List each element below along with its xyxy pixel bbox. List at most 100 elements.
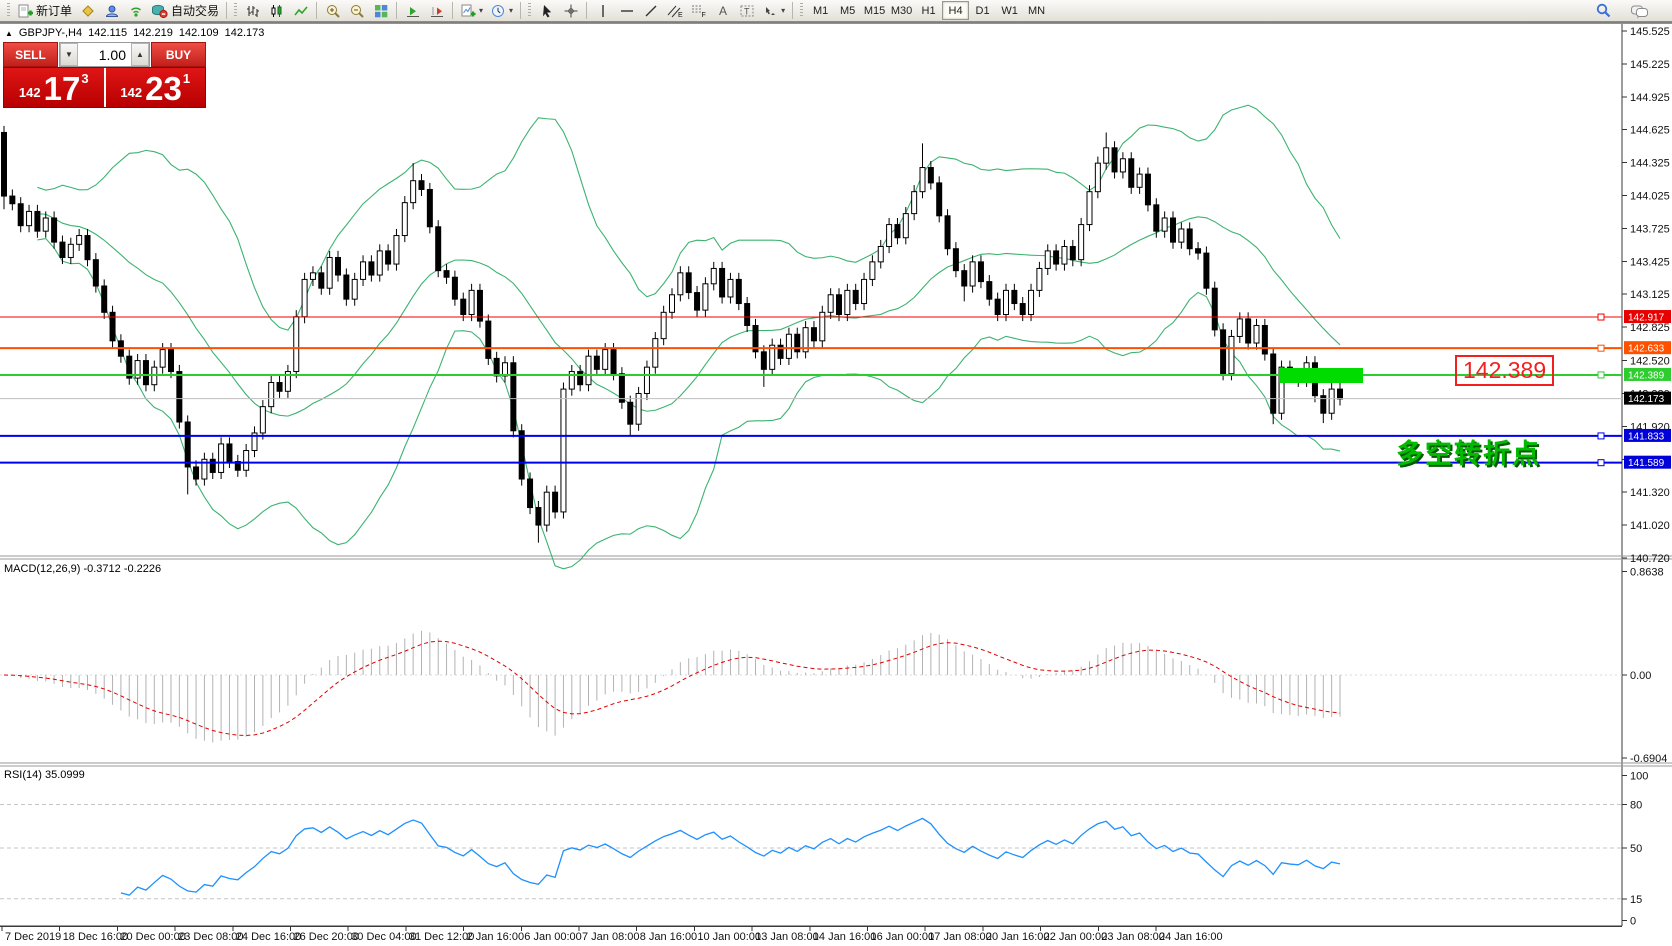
chart-profile-button[interactable] [76, 1, 99, 21]
axis-tick-label: 144.325 [1630, 158, 1670, 170]
time-tick-label: 23 Jan 08:00 [1101, 931, 1165, 943]
timeframe-M30[interactable]: M30 [888, 1, 915, 20]
timeframe-W1[interactable]: W1 [996, 1, 1023, 20]
svg-text:T: T [744, 6, 750, 16]
timeframe-H1[interactable]: H1 [915, 1, 942, 20]
clock-icon [490, 3, 506, 19]
timeframe-MN[interactable]: MN [1023, 1, 1050, 20]
chart-shift-button[interactable] [425, 1, 448, 21]
autotrading-button[interactable]: 自动交易 [148, 1, 222, 21]
buy-price-panel[interactable]: 142 23 1 [104, 68, 206, 107]
time-tick-label: 24 Jan 16:00 [1159, 931, 1223, 943]
zoom-out-button[interactable] [345, 1, 368, 21]
search-button[interactable] [1592, 1, 1615, 21]
volume-decrease-button[interactable]: ▼ [60, 43, 78, 66]
timeframe-M15[interactable]: M15 [861, 1, 888, 20]
toolbar: 新订单 自动交易 [0, 0, 1672, 22]
tile-windows-button[interactable] [369, 1, 392, 21]
axis-tick-label: 140.720 [1630, 553, 1670, 565]
market-watch-button[interactable] [100, 1, 123, 21]
new-chart-button[interactable]: ▾ [457, 1, 486, 21]
line-handle[interactable] [1598, 372, 1604, 378]
time-tick-label: 23 Dec 08:00 [178, 931, 243, 943]
time-tick-label: 22 Jan 00:00 [1044, 931, 1108, 943]
text-label-tool-button[interactable]: T [735, 1, 758, 21]
candlestick-icon [269, 3, 285, 19]
toolbar-grip [528, 3, 531, 18]
equidistant-channel-tool-button[interactable]: E [663, 1, 686, 21]
time-tick-label: 13 Jan 08:00 [755, 931, 819, 943]
crosshair-icon [563, 3, 579, 19]
line-handle[interactable] [1598, 345, 1604, 351]
dropdown-caret-icon: ▾ [479, 7, 483, 15]
line-handle[interactable] [1598, 460, 1604, 466]
candlestick-button[interactable] [265, 1, 288, 21]
timeframe-D1[interactable]: D1 [969, 1, 996, 20]
time-tick-label: 20 Dec 00:00 [120, 931, 185, 943]
sell-price-panel[interactable]: 142 17 3 [4, 68, 104, 107]
axis-tick-label: 0.8638 [1630, 566, 1664, 578]
buy-price-pips: 23 [145, 75, 182, 103]
price-badge-label: 142.389 [1628, 370, 1665, 381]
zoom-in-button[interactable] [321, 1, 344, 21]
axis-tick-label: 141.320 [1630, 487, 1670, 499]
timeframe-H4[interactable]: H4 [942, 1, 969, 20]
candles [2, 126, 1343, 543]
zoom-in-icon [325, 3, 341, 19]
one-click-trade-panel: SELL ▼ 1.00 ▲ BUY 142 17 3 142 23 1 [3, 42, 206, 108]
fibonacci-tool-button[interactable]: F [687, 1, 710, 21]
price-badge-label: 142.633 [1628, 344, 1665, 355]
trendline-icon [643, 3, 659, 19]
buy-price-big-figure: 142 [120, 86, 142, 99]
volume-input[interactable]: 1.00 [78, 43, 131, 66]
line-chart-button[interactable] [289, 1, 312, 21]
vertical-line-tool-button[interactable] [591, 1, 614, 21]
time-axis: 7 Dec 201918 Dec 16:0020 Dec 00:0023 Dec… [2, 926, 1223, 943]
diamond-icon [80, 3, 96, 19]
axis-tick-label: 144.625 [1630, 125, 1670, 137]
axis-tick-label: 142.825 [1630, 322, 1670, 334]
chart-canvas[interactable]: 145.525145.225144.925144.625144.325144.0… [0, 0, 1672, 946]
horizontal-line-tool-button[interactable] [615, 1, 638, 21]
toolbar-grip [800, 3, 803, 18]
ohlc-low: 142.109 [179, 27, 219, 39]
volume-increase-button[interactable]: ▲ [131, 43, 149, 66]
bar-chart-button[interactable] [241, 1, 264, 21]
chat-button[interactable] [1627, 1, 1652, 21]
autotrading-icon [151, 3, 168, 19]
text-icon: A [715, 3, 731, 19]
axis-tick-label: -0.6904 [1630, 753, 1667, 765]
svg-text:A: A [719, 4, 727, 18]
line-handle[interactable] [1598, 433, 1604, 439]
chart-axes: 145.525145.225144.925144.625144.325144.0… [0, 24, 1672, 928]
timeframe-M5[interactable]: M5 [834, 1, 861, 20]
line-handle[interactable] [1598, 314, 1604, 320]
axis-tick-label: 141.020 [1630, 520, 1670, 532]
signals-button[interactable] [124, 1, 147, 21]
time-tick-label: 6 Jan 00:00 [524, 931, 582, 943]
arrows-tool-button[interactable]: ▾ [759, 1, 788, 21]
tile-windows-icon [373, 3, 389, 19]
timeframe-M1[interactable]: M1 [807, 1, 834, 20]
sell-button[interactable]: SELL [3, 42, 58, 67]
time-tick-label: 14 Jan 16:00 [813, 931, 877, 943]
new-order-button[interactable]: 新订单 [14, 1, 75, 21]
cursor-tool-button[interactable] [535, 1, 558, 21]
crosshair-tool-button[interactable] [559, 1, 582, 21]
collapse-arrow-icon[interactable]: ▲ [5, 29, 13, 38]
auto-scroll-button[interactable] [401, 1, 424, 21]
time-tick-label: 24 Dec 16:00 [236, 931, 301, 943]
symbol-period-label: GBPJPY-,H4 [19, 27, 82, 39]
toolbar-grip [7, 3, 10, 18]
chat-icon [1630, 3, 1649, 19]
ohlc-high: 142.219 [133, 27, 173, 39]
auto-scroll-icon [405, 3, 421, 19]
text-tool-button[interactable]: A [711, 1, 734, 21]
profiles-button[interactable]: ▾ [487, 1, 516, 21]
time-tick-label: 7 Jan 08:00 [582, 931, 640, 943]
horizontal-line-icon [619, 3, 635, 19]
trendline-tool-button[interactable] [639, 1, 662, 21]
axis-tick-label: 15 [1630, 894, 1642, 906]
buy-button[interactable]: BUY [151, 42, 206, 67]
toolbar-separator [792, 2, 793, 19]
